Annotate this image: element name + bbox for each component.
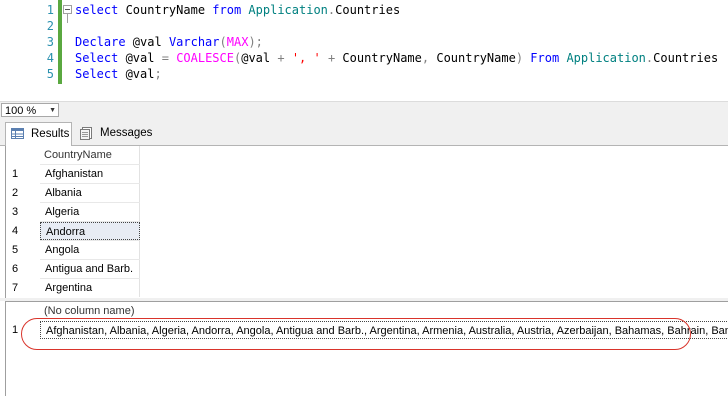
code-token: from [212,3,242,17]
tab-messages-label: Messages [100,127,153,139]
row-number[interactable]: 2 [6,184,38,202]
line-number: 3 [46,35,54,49]
table-cell[interactable]: Afghanistan [40,165,140,183]
result-grid-2[interactable]: (No column name) 1 Afghanistan, Albania,… [5,301,728,396]
code-token: Select [75,51,119,65]
code-line[interactable]: Select @val; [75,66,162,82]
line-number: 4 [46,51,54,65]
code-token: ) [515,51,524,65]
code-token: Countries [653,51,719,65]
table-cell[interactable]: Andorra [40,222,140,240]
code-token: + [277,51,285,65]
code-token: MAX [226,35,249,49]
code-token: @val [241,51,278,65]
tab-messages[interactable]: Messages [75,122,153,144]
code-token: select [75,3,119,17]
code-token: CountryName [335,51,422,65]
tab-results[interactable]: Results [5,122,72,146]
row-number[interactable]: 4 [6,222,38,240]
query-editor[interactable]: 1 2 3 4 5 select CountryName from Applic… [0,0,728,101]
code-token: ', ' [291,51,321,65]
code-token: CountryName [429,51,516,65]
concatenated-value-cell[interactable]: Afghanistan, Albania, Algeria, Andorra, … [40,321,728,339]
result-grid-1[interactable]: CountryName 1 Afghanistan 2 Albania 3 Algeria… [5,146,728,298]
row-number[interactable]: 1 [6,321,38,339]
code-line[interactable]: select CountryName from Application.Coun… [75,2,400,18]
code-token: COALESCE [176,51,234,65]
grid-line [40,259,140,260]
code-token: @val [125,35,169,49]
results-panel: CountryName 1 Afghanistan 2 Albania 3 Algeria… [0,146,728,396]
line-number: 5 [46,67,54,81]
horizontal-scrollbar[interactable] [62,104,728,117]
line-number-gutter: 1 2 3 4 5 [0,0,58,101]
code-line[interactable]: Declare @val Varchar(MAX); [75,34,263,50]
outline-guide [67,14,68,23]
code-token: ); [248,35,263,49]
grid-line [40,278,140,279]
row-number[interactable]: 6 [6,260,38,278]
line-number: 2 [46,19,54,33]
code-token: ; [154,67,162,81]
zoom-value: 100 % [5,105,37,117]
tab-results-label: Results [31,128,70,140]
table-cell[interactable]: Antigua and Barb. [40,260,140,278]
row-number[interactable]: 3 [6,203,38,221]
code-token: @val [118,51,162,65]
table-cell[interactable]: Algeria [40,203,140,221]
table-cell[interactable]: Argentina [40,279,140,297]
code-token: Select [75,67,119,81]
results-tabstrip: Results Messages [0,118,728,146]
column-header[interactable]: CountryName [40,146,140,164]
code-line[interactable]: Select @val = COALESCE(@val + ', ' + Cou… [75,50,718,66]
row-number[interactable]: 1 [6,165,38,183]
grid-icon [11,128,24,139]
row-number[interactable]: 7 [6,279,38,297]
table-cell[interactable]: Angola [40,241,140,259]
grid-line [40,202,140,203]
grid-line [40,221,140,222]
row-number[interactable]: 5 [6,241,38,259]
code-token: Varchar [168,35,220,49]
code-token: @val [118,67,155,81]
code-token: Application [566,51,646,65]
zoom-dropdown[interactable]: 100 % ▼ [1,103,59,117]
table-cell[interactable]: Albania [40,184,140,202]
editor-status-bar: 100 % ▼ [0,101,728,119]
grid-line [40,164,140,165]
chevron-down-icon[interactable]: ▼ [49,104,56,118]
line-number: 1 [46,3,54,17]
code-token: Declare [75,35,126,49]
grid-line [40,240,140,241]
code-token: CountryName [118,3,213,17]
code-token: Countries [335,3,401,17]
change-tracking-bar [58,0,62,84]
code-token: Application [248,3,328,17]
code-token: ( [219,35,227,49]
code-token: From [530,51,560,65]
code-token: = [161,51,169,65]
column-header[interactable]: (No column name) [40,302,160,320]
messages-icon [80,127,92,140]
collapse-region-icon[interactable] [63,5,72,14]
grid-line [40,183,140,184]
